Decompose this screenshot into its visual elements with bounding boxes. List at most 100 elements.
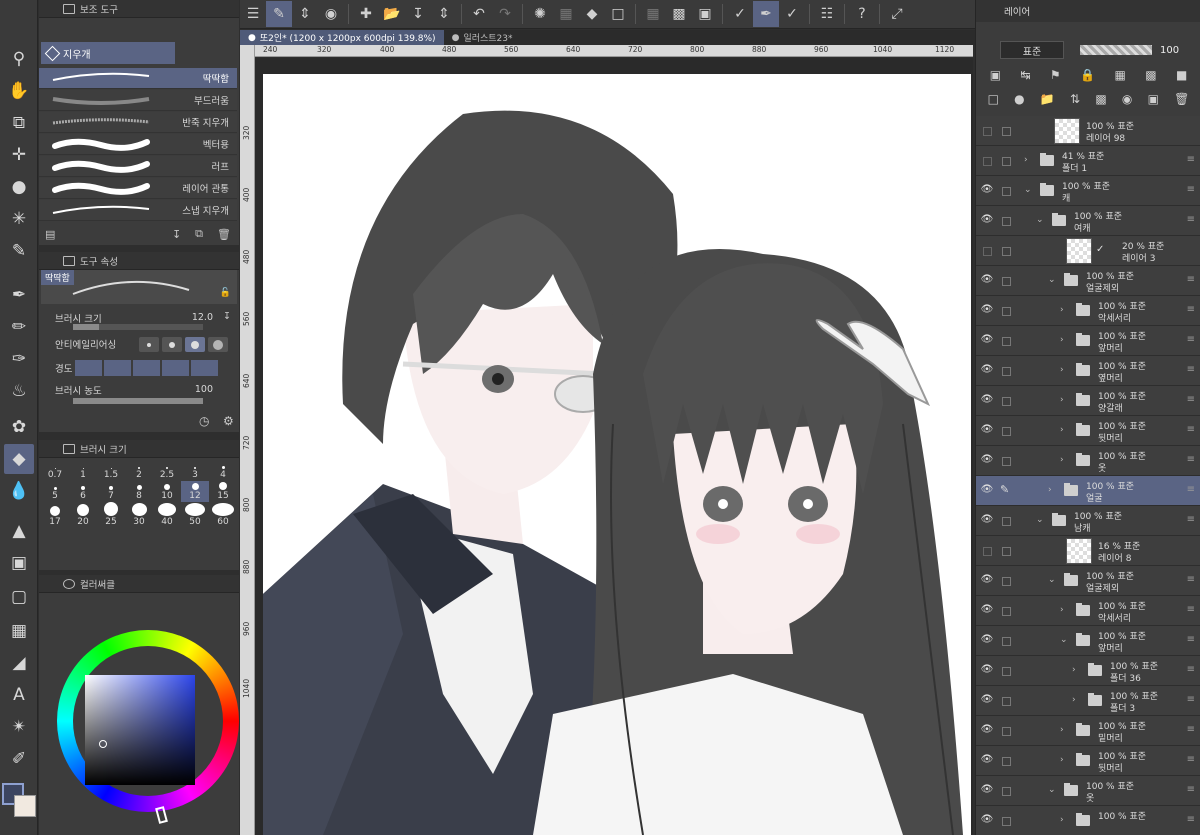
visibility-eye-icon[interactable]: 👁 <box>980 394 994 408</box>
new-raster-layer-icon[interactable]: □ <box>988 92 999 106</box>
chevron-right-icon[interactable]: › <box>1060 725 1064 735</box>
brush-size-preset[interactable]: 15 <box>209 481 237 502</box>
subtool-group-eraser[interactable]: 지우개 <box>41 42 175 64</box>
layer-lock-checkbox[interactable] <box>1002 757 1011 766</box>
brush-size-preset[interactable]: 50 <box>181 502 209 528</box>
object-tool-icon[interactable]: ⧉ <box>4 108 34 138</box>
layer-folder-row[interactable]: 👁 ⌄ 100 % 표준 옷 ≡ <box>976 776 1200 806</box>
drag-handle-icon[interactable]: ≡ <box>1187 214 1195 225</box>
new-file-icon[interactable]: ✚ <box>353 1 379 27</box>
drag-handle-icon[interactable]: ≡ <box>1187 814 1195 825</box>
layer-lock-checkbox[interactable] <box>1002 217 1011 226</box>
density-value[interactable]: 100 <box>195 384 213 395</box>
layer-lock-checkbox[interactable] <box>1002 307 1011 316</box>
drag-handle-icon[interactable]: ≡ <box>1187 184 1195 195</box>
zoom-tool-icon[interactable]: ⚲ <box>4 44 34 74</box>
sub-color-swatch[interactable] <box>14 795 36 817</box>
visibility-eye-icon[interactable]: 👁 <box>980 184 994 198</box>
layer-lock-checkbox[interactable] <box>1002 577 1011 586</box>
layer-mask-icon[interactable]: ▣ <box>990 68 1001 82</box>
ruler-tool-icon[interactable]: ◢ <box>4 648 34 678</box>
chevron-down-icon[interactable]: ⌄ <box>1048 275 1056 285</box>
lock-transparency-icon[interactable]: ▦ <box>1114 68 1125 82</box>
pencil-tool-icon[interactable]: ✏ <box>4 312 34 342</box>
apply-mask-icon[interactable]: ▣ <box>1148 92 1159 106</box>
layer-folder-row[interactable]: 👁 ⌄ 100 % 표준 얼굴제외 ≡ <box>976 266 1200 296</box>
density-row[interactable]: 브러시 농도 100 <box>39 380 235 400</box>
visibility-eye-icon[interactable]: 👁 <box>980 424 994 438</box>
chevron-right-icon[interactable]: › <box>1060 365 1064 375</box>
reference-icon[interactable]: ⚑ <box>1050 68 1061 82</box>
layer-folder-row[interactable]: 👁 › 100 % 표준 양갈래 ≡ <box>976 386 1200 416</box>
reset-icon[interactable]: ◷ <box>199 414 209 428</box>
eyedropper-icon[interactable]: ✎ <box>4 236 34 266</box>
merge-icon[interactable]: ▩ <box>1095 92 1106 106</box>
fullscreen-icon[interactable]: ⤢ <box>884 1 910 27</box>
subtool-item-rough[interactable]: 러프 <box>39 156 237 177</box>
brush-size-slider[interactable] <box>73 324 203 330</box>
chevron-right-icon[interactable]: › <box>1072 665 1076 675</box>
mask-icon[interactable]: ◉ <box>1122 92 1132 106</box>
updown-icon[interactable]: ⇕ <box>292 1 318 27</box>
brush-size-preset[interactable]: 1.5 <box>97 460 125 481</box>
layer-lock-checkbox[interactable] <box>1002 787 1011 796</box>
visibility-eye-icon[interactable] <box>983 127 992 136</box>
visibility-eye-icon[interactable]: 👁 <box>980 274 994 288</box>
layer-lock-checkbox[interactable] <box>1002 697 1011 706</box>
visibility-eye-icon[interactable]: 👁 <box>980 694 994 708</box>
new-vector-layer-icon[interactable]: ● <box>1014 92 1024 106</box>
undo-icon[interactable]: ↶ <box>466 1 492 27</box>
layer-folder-row[interactable]: 👁 › 100 % 표준 ≡ <box>976 806 1200 835</box>
device-icon[interactable]: ☷ <box>814 1 840 27</box>
chevron-down-icon[interactable]: ⌄ <box>1024 185 1032 195</box>
layer-folder-row[interactable]: 👁 › 100 % 표준 옆머리 ≡ <box>976 356 1200 386</box>
visibility-eye-icon[interactable]: 👁 <box>980 664 994 678</box>
layer-lock-checkbox[interactable] <box>1002 427 1011 436</box>
decoration-tool-icon[interactable]: ✿ <box>4 412 34 442</box>
brush-size-preset[interactable]: 40 <box>153 502 181 528</box>
drag-handle-icon[interactable]: ≡ <box>1187 694 1195 705</box>
hand-tool-icon[interactable]: ✋ <box>4 76 34 106</box>
layer-folder-row[interactable]: › 41 % 표준 폴더 1 ≡ <box>976 146 1200 176</box>
save-icon[interactable]: ↧ <box>405 1 431 27</box>
chevron-right-icon[interactable]: › <box>1024 155 1028 165</box>
visibility-eye-icon[interactable] <box>983 157 992 166</box>
new-folder-icon[interactable]: 📁 <box>1040 92 1055 106</box>
layer-folder-row[interactable]: 👁 ⌄ 100 % 표준 앞머리 ≡ <box>976 626 1200 656</box>
antialias-options[interactable] <box>139 337 228 352</box>
layer-lock-checkbox[interactable] <box>1002 337 1011 346</box>
brush-size-preset[interactable]: 5 <box>41 481 69 502</box>
quick-access-icon[interactable]: ✎ <box>266 1 292 27</box>
blend-mode-select[interactable]: 표준 <box>1000 41 1064 59</box>
app-logo-icon[interactable]: ◉ <box>318 1 344 27</box>
brush-size-preset-selected[interactable]: 12 <box>181 481 209 502</box>
transform-icon[interactable]: □ <box>605 1 631 27</box>
drag-handle-icon[interactable]: ≡ <box>1187 274 1195 285</box>
wrench-icon[interactable]: ⚙ <box>223 414 234 428</box>
chevron-right-icon[interactable]: › <box>1060 335 1064 345</box>
chevron-right-icon[interactable]: › <box>1060 755 1064 765</box>
antialias-medium-button[interactable] <box>185 337 205 352</box>
chevron-right-icon[interactable]: › <box>1048 485 1052 495</box>
chevron-down-icon[interactable]: ⌄ <box>1048 785 1056 795</box>
redo-icon[interactable]: ↷ <box>492 1 518 27</box>
visibility-eye-icon[interactable]: 👁 <box>980 484 994 498</box>
antialias-strong-button[interactable] <box>208 337 228 352</box>
brush-size-preset[interactable]: 60 <box>209 502 237 528</box>
pen-tool-icon[interactable]: ✒ <box>4 280 34 310</box>
drag-handle-icon[interactable]: ≡ <box>1187 424 1195 435</box>
help-icon[interactable]: ? <box>849 1 875 27</box>
canvas-tab[interactable]: ● 일러스트23* <box>444 30 521 45</box>
duplicate-subtool-icon[interactable]: ⧉ <box>195 227 203 241</box>
drag-handle-icon[interactable]: ≡ <box>1187 394 1195 405</box>
magic-wand-icon[interactable]: ✳ <box>4 204 34 234</box>
lock-icon[interactable]: 🔒 <box>1080 68 1095 82</box>
visibility-eye-icon[interactable]: 👁 <box>980 364 994 378</box>
saturation-value-square[interactable] <box>85 675 195 785</box>
brush-size-value[interactable]: 12.0 <box>192 312 213 323</box>
visibility-eye-icon[interactable]: 👁 <box>980 814 994 828</box>
chevron-down-icon[interactable]: ⌄ <box>1036 515 1044 525</box>
chevron-right-icon[interactable]: › <box>1060 425 1064 435</box>
layer-row[interactable]: 100 % 표준 레이어 98 <box>976 116 1200 146</box>
layer-lock-checkbox[interactable] <box>1002 397 1011 406</box>
